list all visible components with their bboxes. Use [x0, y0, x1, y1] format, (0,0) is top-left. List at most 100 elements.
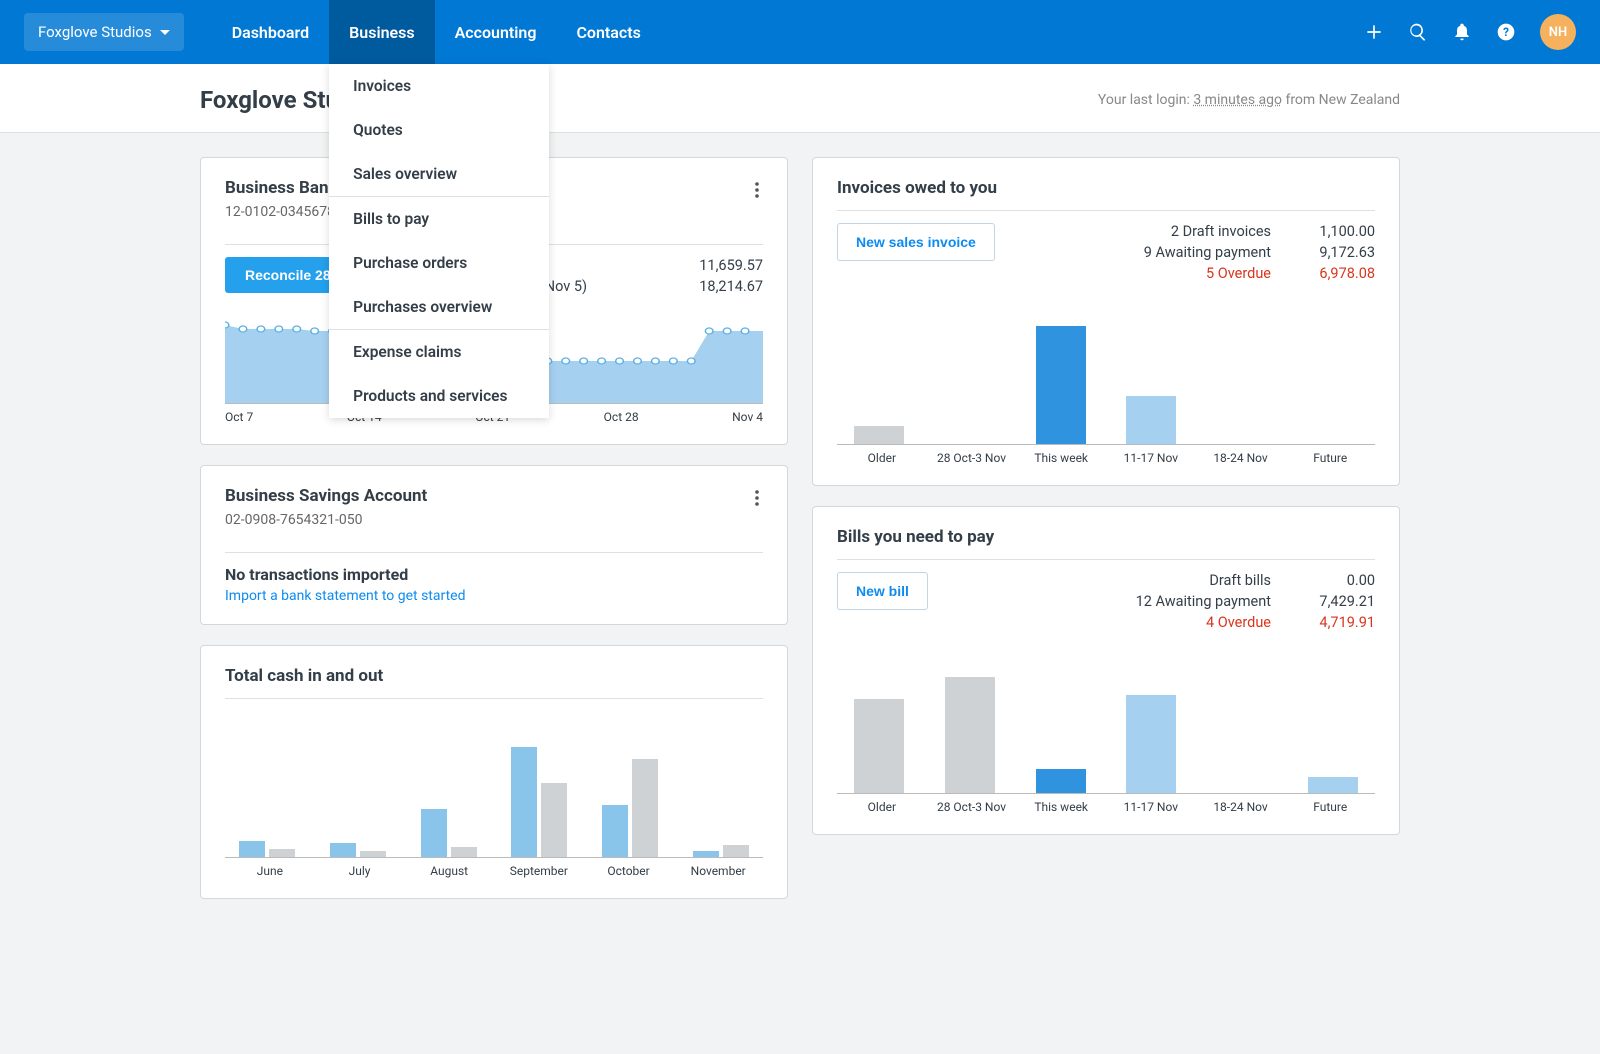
page-header: Foxglove Studios Your last login: 3 minu…: [0, 64, 1600, 133]
chart-label: 11-17 Nov: [1106, 794, 1196, 814]
awaiting-amount: 9,172.63: [1295, 244, 1375, 261]
nav-right: ? NH: [1364, 14, 1576, 50]
chart-bar: [632, 759, 658, 857]
login-suffix: from New Zealand: [1282, 92, 1400, 108]
savings-title: Business Savings Account: [225, 486, 427, 506]
nav-dashboard[interactable]: Dashboard: [212, 0, 329, 64]
chart-label: 18-24 Nov: [1196, 794, 1286, 814]
nav-accounting[interactable]: Accounting: [435, 0, 557, 64]
login-prefix: Your last login:: [1098, 92, 1193, 108]
cash-chart: [225, 717, 763, 857]
chart-label: 11-17 Nov: [1106, 445, 1196, 465]
cash-title: Total cash in and out: [225, 666, 763, 686]
bills-axis: Older28 Oct-3 NovThis week11-17 Nov18-24…: [837, 793, 1375, 814]
overdue-amount: 4,719.91: [1295, 614, 1375, 631]
bills-chart: [837, 653, 1375, 793]
import-link[interactable]: Import a bank statement to get started: [225, 588, 763, 604]
search-icon[interactable]: [1408, 22, 1428, 42]
chevron-down-icon: [160, 30, 170, 35]
axis-label: Oct 7: [225, 410, 253, 424]
more-icon[interactable]: [751, 486, 763, 514]
invoices-chart: [837, 304, 1375, 444]
chart-label: July: [315, 858, 405, 878]
invoices-title: Invoices owed to you: [837, 178, 1375, 198]
svg-text:?: ?: [1503, 25, 1509, 39]
chart-label: 28 Oct-3 Nov: [927, 794, 1017, 814]
dd-bills-to-pay[interactable]: Bills to pay: [329, 197, 549, 241]
axis-label: Nov 4: [732, 410, 763, 424]
chart-bar: [330, 843, 356, 857]
chart-bar: [854, 426, 904, 444]
draft-amount: 0.00: [1295, 572, 1375, 589]
no-transactions: No transactions imported: [225, 565, 763, 584]
chart-bar: [945, 677, 995, 793]
nav-contacts[interactable]: Contacts: [556, 0, 660, 64]
chart-bar: [854, 699, 904, 793]
plus-icon[interactable]: [1364, 22, 1384, 42]
bills-title: Bills you need to pay: [837, 527, 1375, 547]
invoices-axis: Older28 Oct-3 NovThis week11-17 Nov18-24…: [837, 444, 1375, 465]
savings-account-card: Business Savings Account 02-0908-7654321…: [200, 465, 788, 625]
chart-label: June: [225, 858, 315, 878]
draft-label: 2 Draft invoices: [1171, 223, 1271, 240]
chart-bar: [269, 849, 295, 857]
bell-icon[interactable]: [1452, 22, 1472, 42]
dd-expense-claims[interactable]: Expense claims: [329, 330, 549, 374]
chart-label: October: [584, 858, 674, 878]
org-name: Foxglove Studios: [38, 23, 152, 41]
nav-business[interactable]: Business Invoices Quotes Sales overview …: [329, 0, 434, 64]
content: Business Bank Account 12-0102-03456789-5…: [0, 133, 1600, 939]
divider: [837, 210, 1375, 211]
avatar[interactable]: NH: [1540, 14, 1576, 50]
chart-bar: [1126, 396, 1176, 444]
chart-label: 18-24 Nov: [1196, 445, 1286, 465]
help-icon[interactable]: ?: [1496, 22, 1516, 42]
new-bill-button[interactable]: New bill: [837, 572, 928, 610]
chart-bar: [602, 805, 628, 857]
chart-label: Future: [1285, 794, 1375, 814]
new-invoice-button[interactable]: New sales invoice: [837, 223, 995, 261]
awaiting-label: 9 Awaiting payment: [1144, 244, 1271, 261]
dd-sales-overview[interactable]: Sales overview: [329, 152, 549, 196]
divider: [225, 552, 763, 553]
login-when[interactable]: 3 minutes ago: [1193, 92, 1282, 108]
overdue-label: 5 Overdue: [1206, 265, 1271, 282]
nav-items: Dashboard Business Invoices Quotes Sales…: [212, 0, 661, 64]
stmt-balance-value: 18,214.67: [699, 278, 763, 295]
savings-number: 02-0908-7654321-050: [225, 512, 427, 528]
business-dropdown: Invoices Quotes Sales overview Bills to …: [329, 64, 549, 418]
divider: [225, 698, 763, 699]
invoices-card: Invoices owed to you New sales invoice 2…: [812, 157, 1400, 486]
top-nav: Foxglove Studios Dashboard Business Invo…: [0, 0, 1600, 64]
chart-bar: [723, 845, 749, 857]
right-column: Invoices owed to you New sales invoice 2…: [812, 157, 1400, 835]
chart-bar: [239, 841, 265, 857]
dd-purchase-orders[interactable]: Purchase orders: [329, 241, 549, 285]
balance-xero-value: 11,659.57: [699, 257, 763, 274]
chart-bar: [1308, 777, 1358, 793]
divider: [837, 559, 1375, 560]
cash-in-out-card: Total cash in and out JuneJulyAugustSept…: [200, 645, 788, 899]
login-info: Your last login: 3 minutes ago from New …: [1098, 92, 1400, 108]
chart-bar: [511, 747, 537, 857]
chart-label: This week: [1016, 794, 1106, 814]
org-selector[interactable]: Foxglove Studios: [24, 13, 184, 51]
chart-label: Older: [837, 794, 927, 814]
awaiting-label: 12 Awaiting payment: [1136, 593, 1271, 610]
axis-label: Oct 28: [604, 410, 639, 424]
chart-bar: [693, 851, 719, 857]
cash-axis: JuneJulyAugustSeptemberOctoberNovember: [225, 857, 763, 878]
awaiting-amount: 7,429.21: [1295, 593, 1375, 610]
chart-label: 28 Oct-3 Nov: [927, 445, 1017, 465]
chart-bar: [541, 783, 567, 857]
dd-purchases-overview[interactable]: Purchases overview: [329, 285, 549, 329]
dd-quotes[interactable]: Quotes: [329, 108, 549, 152]
bills-card: Bills you need to pay New bill Draft bil…: [812, 506, 1400, 835]
chart-label: September: [494, 858, 584, 878]
chart-label: Future: [1285, 445, 1375, 465]
dd-products-services[interactable]: Products and services: [329, 374, 549, 418]
dd-invoices[interactable]: Invoices: [329, 64, 549, 108]
draft-amount: 1,100.00: [1295, 223, 1375, 240]
nav-business-label: Business: [349, 23, 414, 42]
more-icon[interactable]: [751, 178, 763, 206]
